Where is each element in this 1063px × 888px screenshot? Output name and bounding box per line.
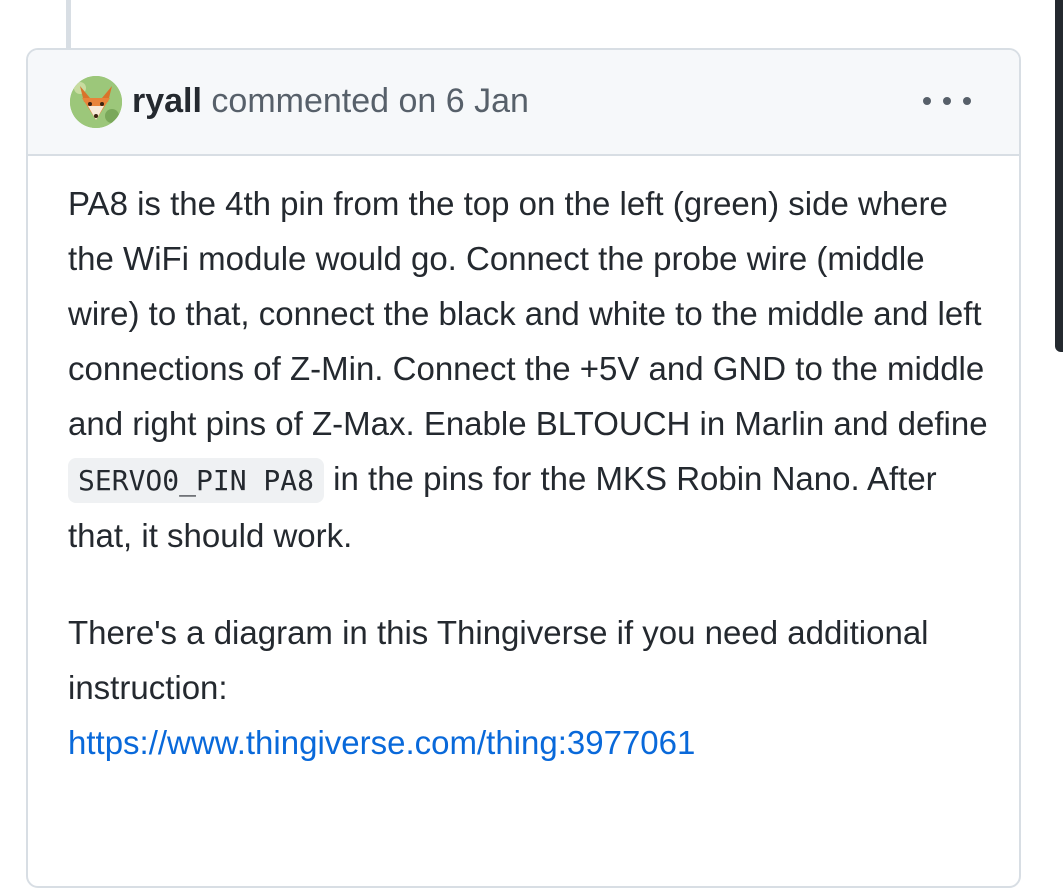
- avatar[interactable]: [70, 76, 122, 128]
- scrollbar[interactable]: [1055, 0, 1063, 352]
- fox-avatar-icon: [70, 76, 122, 128]
- author-name[interactable]: ryall: [132, 82, 202, 120]
- more-options-button[interactable]: [923, 88, 971, 114]
- comment-card: ryall commented on 6 Jan PA8 is the 4th …: [26, 48, 1021, 888]
- comment-header: ryall commented on 6 Jan: [28, 50, 1019, 156]
- comment-action-date: commented on 6 Jan: [211, 82, 529, 120]
- kebab-horizontal-icon: [923, 97, 931, 105]
- thingiverse-link[interactable]: https://www.thingiverse.com/thing:397706…: [68, 724, 695, 761]
- comment-paragraph: There's a diagram in this Thingiverse if…: [68, 614, 929, 761]
- comment-meta: ryall commented on 6 Jan: [132, 78, 529, 124]
- comment-body: PA8 is the 4th pin from the top on the l…: [28, 156, 988, 770]
- timeline-connector: [66, 0, 71, 48]
- comment-paragraph: PA8 is the 4th pin from the top on the l…: [68, 185, 988, 554]
- inline-code: SERVO0_PIN PA8: [68, 458, 325, 503]
